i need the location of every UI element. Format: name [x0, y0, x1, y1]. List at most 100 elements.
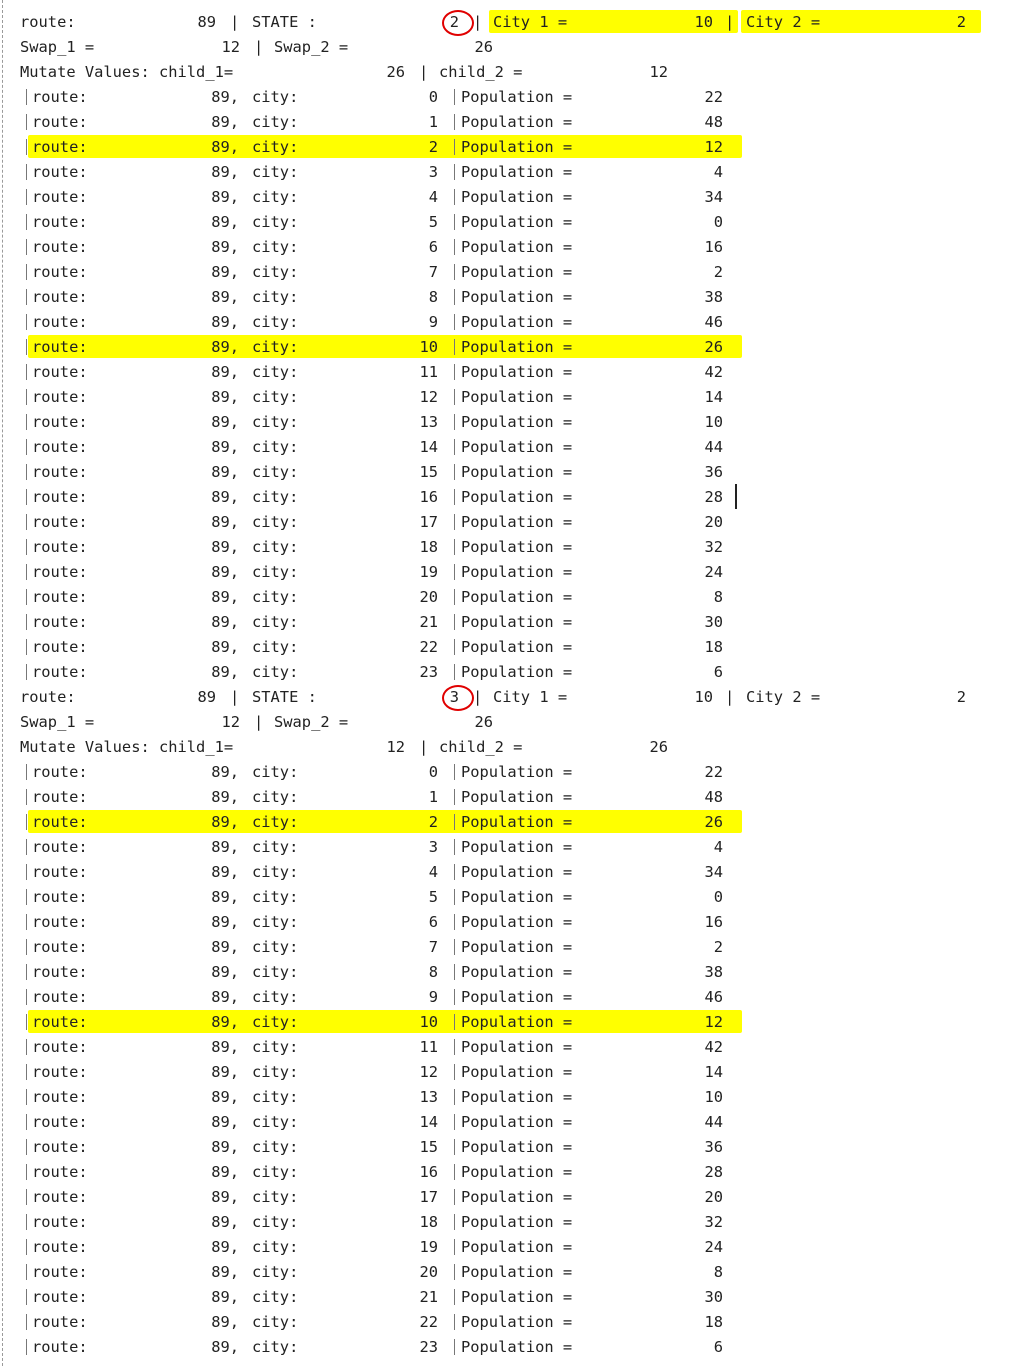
row-mid-bar — [454, 1189, 455, 1205]
route-row: route: 89, city: 16 Population = 28 — [0, 1160, 1030, 1185]
row-route-value: 89, — [211, 488, 239, 506]
row-route-value: 89, — [211, 1263, 239, 1281]
swap2-label: Swap_2 = — [274, 713, 349, 731]
row-city-index: 22 — [419, 638, 438, 656]
row-city-index: 1 — [428, 788, 438, 806]
row-route-label: route: — [32, 838, 88, 856]
row-start-bar — [26, 239, 27, 255]
row-city-index: 23 — [419, 663, 438, 681]
row-route-value: 89, — [211, 963, 239, 981]
row-mid-bar — [454, 589, 455, 605]
row-start-bar — [26, 614, 27, 630]
row-route-label: route: — [32, 1038, 88, 1056]
row-route-value: 89, — [211, 288, 239, 306]
route-row: route: 89, city: 9 Population = 46 — [0, 310, 1030, 335]
row-route-value: 89, — [211, 388, 239, 406]
swap1-value: 12 — [221, 38, 240, 56]
row-mid-bar — [454, 664, 455, 680]
row-city-label: city: — [252, 1263, 299, 1281]
city1-value: 10 — [694, 13, 713, 31]
row-start-bar — [26, 1289, 27, 1305]
route-row: route: 89, city: 14 Population = 44 — [0, 435, 1030, 460]
route-row: route: 89, city: 18 Population = 32 — [0, 1210, 1030, 1235]
row-mid-bar — [454, 489, 455, 505]
row-population-label: Population = — [461, 938, 573, 956]
row-start-bar — [26, 1239, 27, 1255]
header-separator: | — [725, 688, 735, 706]
row-population-value: 2 — [713, 938, 723, 956]
row-population-value: 24 — [704, 1238, 723, 1256]
row-population-label: Population = — [461, 588, 573, 606]
row-start-bar — [26, 939, 27, 955]
row-start-bar — [26, 814, 27, 830]
row-start-bar — [26, 289, 27, 305]
row-start-bar — [26, 1214, 27, 1230]
row-city-label: city: — [252, 1113, 299, 1131]
row-population-value: 12 — [704, 138, 723, 156]
row-population-label: Population = — [461, 1038, 573, 1056]
row-city-index: 22 — [419, 1313, 438, 1331]
route-row: route: 89, city: 4 Population = 34 — [0, 860, 1030, 885]
row-route-label: route: — [32, 238, 88, 256]
row-route-value: 89, — [211, 1113, 239, 1131]
row-city-label: city: — [252, 788, 299, 806]
row-route-value: 89, — [211, 213, 239, 231]
row-population-label: Population = — [461, 1138, 573, 1156]
row-start-bar — [26, 264, 27, 280]
row-population-label: Population = — [461, 463, 573, 481]
row-population-label: Population = — [461, 438, 573, 456]
route-row: route: 89, city: 4 Population = 34 — [0, 185, 1030, 210]
row-population-label: Population = — [461, 413, 573, 431]
row-route-label: route: — [32, 138, 88, 156]
row-population-value: 46 — [704, 988, 723, 1006]
mutate-label: Mutate Values: child_1= — [20, 63, 234, 81]
row-population-value: 14 — [704, 388, 723, 406]
row-population-value: 34 — [704, 863, 723, 881]
route-row: route: 89, city: 7 Population = 2 — [0, 260, 1030, 285]
row-population-label: Population = — [461, 138, 573, 156]
swap1-value: 12 — [221, 713, 240, 731]
row-city-index: 17 — [419, 1188, 438, 1206]
state-label: STATE : — [252, 688, 317, 706]
row-highlight — [28, 810, 742, 833]
state-label: STATE : — [252, 13, 317, 31]
row-population-value: 44 — [704, 1113, 723, 1131]
row-route-value: 89, — [211, 1163, 239, 1181]
row-city-index: 7 — [428, 938, 438, 956]
row-start-bar — [26, 764, 27, 780]
header-route-value: 89 — [197, 13, 216, 31]
route-row: route: 89, city: 17 Population = 20 — [0, 1185, 1030, 1210]
route-row: route: 89, city: 20 Population = 8 — [0, 585, 1030, 610]
row-route-label: route: — [32, 1088, 88, 1106]
route-row: route: 89, city: 19 Population = 24 — [0, 560, 1030, 585]
city1-label: City 1 = — [493, 13, 568, 31]
row-city-index: 3 — [428, 838, 438, 856]
row-mid-bar — [454, 814, 455, 830]
row-route-value: 89, — [211, 1213, 239, 1231]
row-city-index: 5 — [428, 213, 438, 231]
mutate-values-line: Mutate Values: child_1= 26 | child_2 = 12 — [0, 60, 1030, 85]
row-city-label: city: — [252, 163, 299, 181]
row-population-label: Population = — [461, 1088, 573, 1106]
route-row: route: 89, city: 15 Population = 36 — [0, 460, 1030, 485]
row-population-label: Population = — [461, 1313, 573, 1331]
row-mid-bar — [454, 289, 455, 305]
row-route-label: route: — [32, 638, 88, 656]
route-row: route: 89, city: 23 Population = 6 — [0, 660, 1030, 685]
row-route-value: 89, — [211, 188, 239, 206]
row-start-bar — [26, 839, 27, 855]
row-start-bar — [26, 339, 27, 355]
row-city-label: city: — [252, 963, 299, 981]
route-row: route: 89, city: 8 Population = 38 — [0, 960, 1030, 985]
row-population-label: Population = — [461, 1338, 573, 1356]
route-row: route: 89, city: 17 Population = 20 — [0, 510, 1030, 535]
row-route-value: 89, — [211, 438, 239, 456]
row-population-label: Population = — [461, 563, 573, 581]
row-start-bar — [26, 1139, 27, 1155]
row-city-label: city: — [252, 488, 299, 506]
row-route-label: route: — [32, 788, 88, 806]
row-start-bar — [26, 514, 27, 530]
row-start-bar — [26, 914, 27, 930]
route-row: route: 89, city: 21 Population = 30 — [0, 610, 1030, 635]
row-start-bar — [26, 889, 27, 905]
